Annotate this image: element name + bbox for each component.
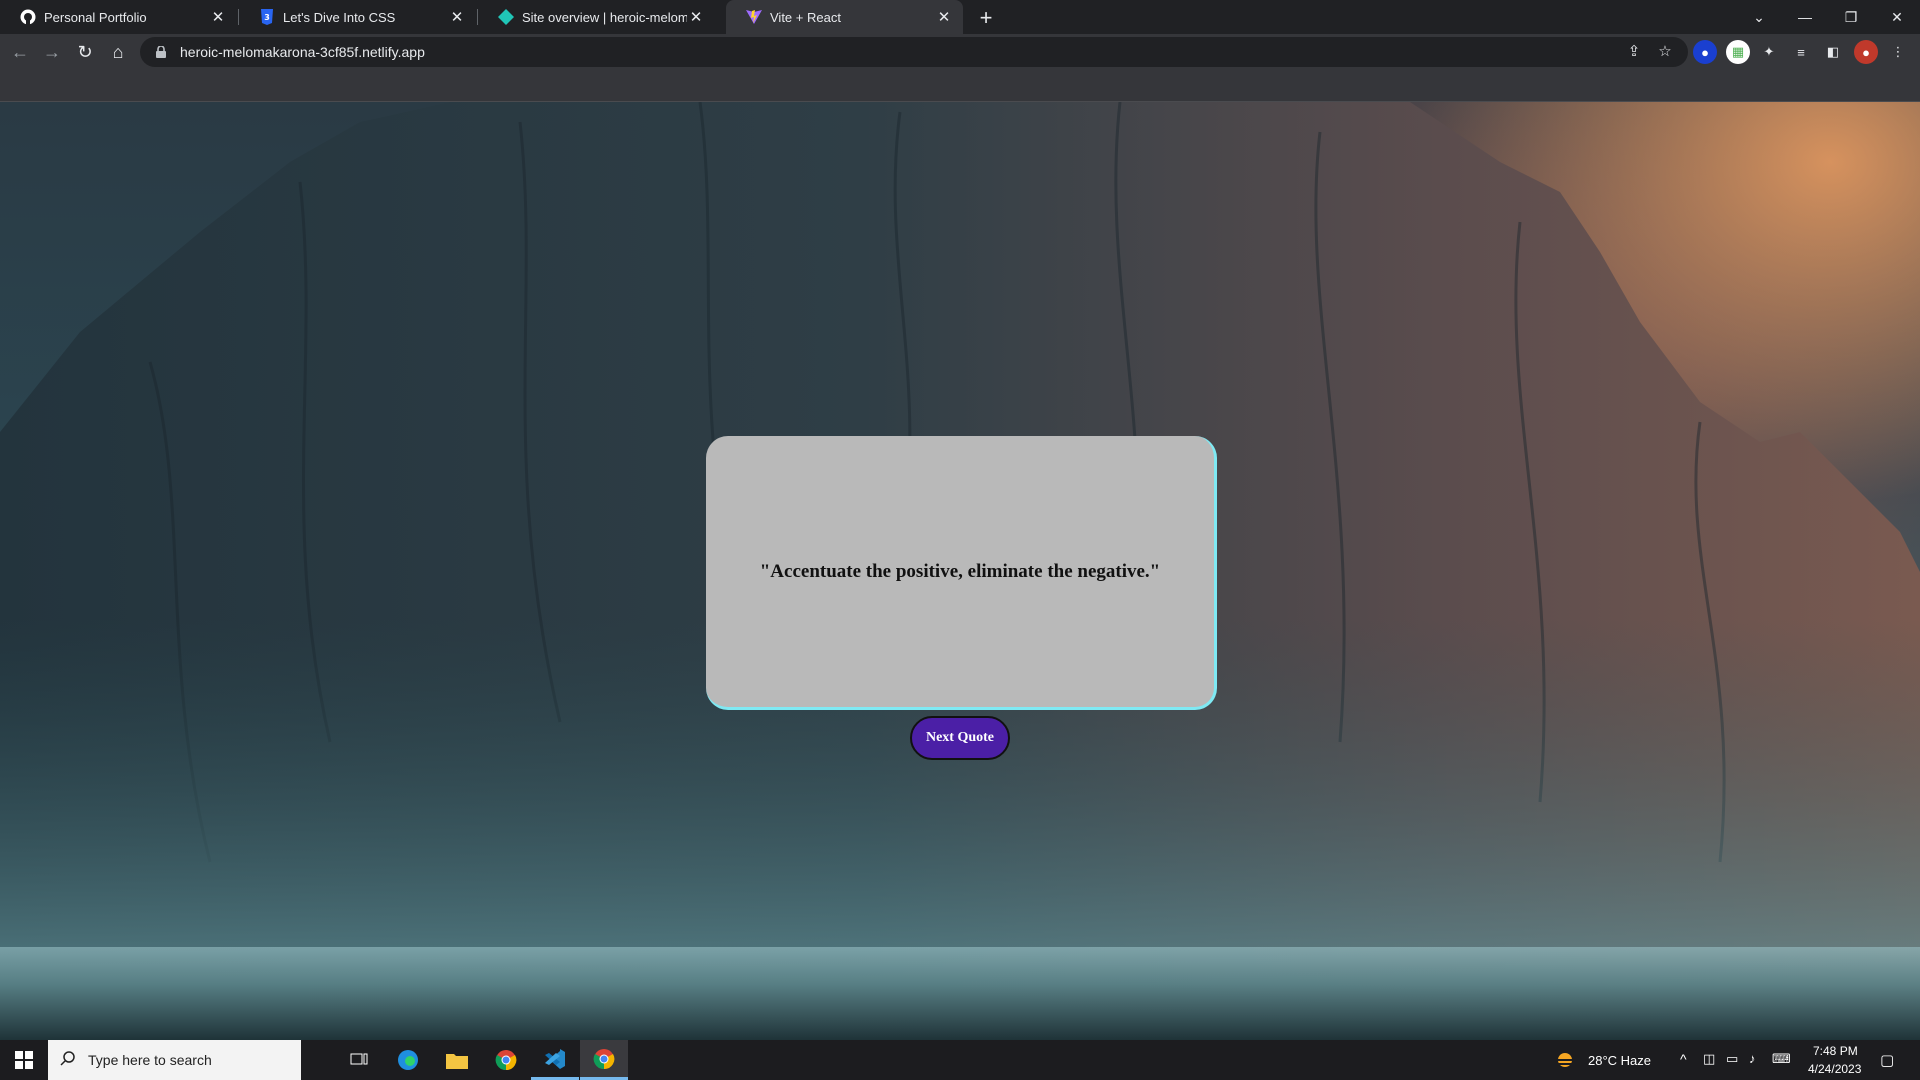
clock-time[interactable]: 7:48 PM [1813, 1044, 1858, 1058]
weather-text[interactable]: 28°C Haze [1588, 1053, 1651, 1068]
tab-title: Personal Portfolio [44, 9, 147, 25]
keyboard-icon[interactable]: ⌨ [1772, 1051, 1791, 1067]
home-button[interactable]: ⌂ [104, 38, 132, 66]
netlify-icon [498, 9, 514, 25]
page-viewport: "Accentuate the positive, eliminate the … [0, 102, 1920, 1040]
tab-title: Let's Dive Into CSS [283, 9, 396, 25]
bookmark-star-icon[interactable]: ☆ [1655, 41, 1675, 61]
bookmarks-bar [0, 70, 1920, 102]
close-tab-icon[interactable]: ✕ [935, 8, 953, 26]
quote-card: "Accentuate the positive, eliminate the … [706, 436, 1217, 710]
close-tab-icon[interactable]: ✕ [209, 8, 227, 26]
vite-icon [746, 9, 762, 25]
network-icon[interactable]: ▭ [1726, 1051, 1738, 1067]
search-icon [60, 1050, 76, 1071]
task-view-icon[interactable] [335, 1040, 383, 1080]
lock-icon[interactable] [154, 45, 168, 59]
reload-button[interactable]: ↻ [71, 38, 99, 66]
quote-text: "Accentuate the positive, eliminate the … [759, 560, 1161, 582]
tab-strip: Personal Portfolio ✕ 3 Let's Dive Into C… [0, 0, 1920, 34]
tab-search-chevron-icon[interactable]: ⌄ [1736, 0, 1782, 34]
media-control-icon[interactable]: ≡ [1789, 40, 1813, 64]
share-icon[interactable]: ⇪ [1624, 41, 1644, 61]
show-hidden-icons-chevron-icon[interactable]: ^ [1680, 1051, 1687, 1067]
tab-vite-react[interactable]: Vite + React ✕ [726, 0, 963, 34]
extension-icon[interactable]: ● [1693, 40, 1717, 64]
minimize-button[interactable]: — [1782, 0, 1828, 34]
new-tab-button[interactable]: + [972, 4, 1000, 32]
edge-browser-icon[interactable] [384, 1040, 432, 1080]
meet-now-icon[interactable]: ◫ [1703, 1051, 1715, 1067]
tab-personal-portfolio[interactable]: Personal Portfolio ✕ [0, 0, 237, 34]
profile-avatar[interactable]: ● [1854, 40, 1878, 64]
sheets-extension-icon[interactable]: ▦ [1726, 40, 1750, 64]
close-tab-icon[interactable]: ✕ [448, 8, 466, 26]
svg-text:3: 3 [264, 13, 270, 22]
notifications-icon[interactable]: ▢ [1880, 1051, 1894, 1069]
close-tab-icon[interactable]: ✕ [687, 8, 705, 26]
menu-kebab-icon[interactable]: ⋮ [1886, 40, 1910, 64]
tab-netlify-site-overview[interactable]: Site overview | heroic-melomakarona ✕ [478, 0, 715, 34]
side-panel-icon[interactable]: ◧ [1821, 40, 1845, 64]
url-text[interactable]: heroic-melomakarona-3cf85f.netlify.app [180, 44, 425, 60]
extensions-puzzle-icon[interactable]: ✦ [1757, 40, 1781, 64]
vscode-icon[interactable] [531, 1040, 579, 1080]
windows-start-icon[interactable] [0, 1040, 48, 1080]
search-placeholder: Type here to search [88, 1052, 212, 1068]
next-quote-button[interactable]: Next Quote [910, 716, 1010, 760]
clock-date[interactable]: 4/24/2023 [1808, 1062, 1861, 1076]
ocean-surf [0, 947, 1920, 1040]
restore-button[interactable]: ❐ [1828, 0, 1874, 34]
chrome-active-icon[interactable] [580, 1040, 628, 1080]
chrome-icon[interactable] [482, 1040, 530, 1080]
file-explorer-icon[interactable] [433, 1040, 481, 1080]
taskbar-search-box[interactable]: Type here to search [48, 1040, 301, 1080]
volume-icon[interactable]: ♪ [1749, 1051, 1756, 1066]
tab-lets-dive-into-css[interactable]: 3 Let's Dive Into CSS ✕ [239, 0, 476, 34]
back-button[interactable]: ← [6, 38, 34, 66]
browser-toolbar: ← → ↻ ⌂ heroic-melomakarona-3cf85f.netli… [0, 34, 1920, 70]
address-bar[interactable]: heroic-melomakarona-3cf85f.netlify.app [140, 37, 1688, 67]
github-icon [20, 9, 36, 25]
tab-title: Site overview | heroic-melomakarona [522, 9, 687, 25]
css3-icon: 3 [259, 9, 275, 25]
forward-button[interactable]: → [38, 38, 66, 66]
windows-taskbar: Type here to search 28°C Haze ^ ◫ ▭ ♪ ⌨ … [0, 1040, 1920, 1080]
weather-sun-icon[interactable] [1554, 1050, 1576, 1075]
close-window-button[interactable]: ✕ [1874, 0, 1920, 34]
tab-title: Vite + React [770, 9, 841, 25]
